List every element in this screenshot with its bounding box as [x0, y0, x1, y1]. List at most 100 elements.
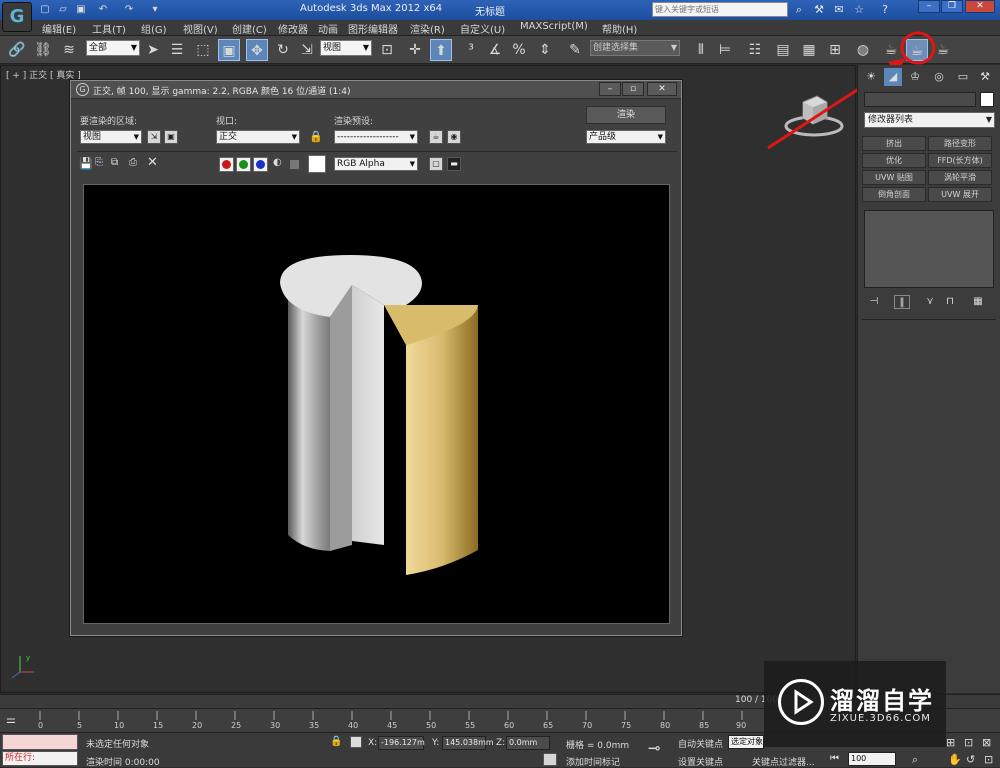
rendered-frame-window[interactable]: G 正交, 帧 100, 显示 gamma: 2.2, RGBA 颜色 16 位… — [70, 80, 682, 636]
minimize-window-button[interactable]: – — [918, 0, 940, 13]
alpha-channel-icon[interactable]: ◐ — [273, 157, 282, 168]
window-crossing-icon[interactable]: ▣ — [218, 39, 240, 61]
help-icon[interactable]: ? — [878, 3, 892, 17]
menu-edit[interactable]: 编辑(E) — [42, 21, 76, 36]
percent-snap-icon[interactable]: % — [508, 39, 530, 61]
environment-effects-icon[interactable]: ◉ — [447, 130, 461, 144]
modify-tab-icon[interactable]: ◢ — [884, 68, 902, 86]
selected-object-dropdown[interactable]: 选定对象 — [728, 735, 764, 749]
bind-space-warp-icon[interactable]: ≋ — [58, 39, 80, 61]
pin-stack-icon[interactable]: ⊣ — [866, 295, 882, 309]
render-button[interactable]: 渲染 — [586, 106, 666, 124]
object-color-swatch[interactable] — [980, 92, 994, 107]
menu-views[interactable]: 视图(V) — [183, 21, 218, 36]
rectangular-selection-icon[interactable]: ⬚ — [192, 39, 214, 61]
redo-icon[interactable]: ↷ — [122, 3, 136, 17]
y-coord-field[interactable]: 145.038mm — [442, 736, 494, 750]
set-key-button[interactable]: 设置关键点 — [678, 755, 723, 768]
display-tab-icon[interactable]: ▭ — [954, 68, 972, 86]
pan-view-icon[interactable]: ✋ — [948, 753, 962, 766]
select-by-name-icon[interactable]: ☰ — [166, 39, 188, 61]
add-time-tag-button[interactable]: 添加时间标记 — [566, 755, 620, 768]
x-coord-field[interactable]: -196.127m — [378, 736, 425, 750]
maxscript-listener-field[interactable] — [2, 734, 78, 750]
object-name-field[interactable] — [864, 92, 976, 107]
select-and-move-icon[interactable]: ✥ — [246, 39, 268, 61]
monochrome-icon[interactable] — [290, 160, 299, 169]
render-window-close-button[interactable]: ✕ — [647, 82, 677, 96]
remove-modifier-icon[interactable]: ⊓ — [942, 295, 958, 309]
render-window-minimize-button[interactable]: – — [599, 82, 621, 96]
field-of-view-icon[interactable]: ⊡ — [964, 736, 973, 749]
clone-window-icon[interactable]: ⧉ — [111, 157, 118, 168]
toggle-ui-icon[interactable]: ▬ — [447, 157, 461, 171]
select-and-rotate-icon[interactable]: ↻ — [272, 39, 294, 61]
menu-modifiers[interactable]: 修改器 — [278, 21, 308, 36]
show-end-result-icon[interactable]: ‖ — [894, 295, 910, 309]
named-selection-dropdown[interactable]: 创建选择集 ▼ — [590, 40, 680, 56]
red-channel-toggle[interactable] — [219, 157, 234, 172]
print-image-icon[interactable]: ⎙ — [129, 157, 137, 168]
make-unique-icon[interactable]: ⋎ — [922, 295, 938, 309]
orbit-icon[interactable]: ↺ — [966, 753, 975, 766]
menu-tools[interactable]: 工具(T) — [92, 21, 126, 36]
clear-image-icon[interactable]: ✕ — [147, 155, 158, 170]
select-and-manipulate-icon[interactable]: ✛ — [404, 39, 426, 61]
help-search-input[interactable] — [652, 2, 788, 17]
align-icon[interactable]: ⊨ — [714, 39, 736, 61]
angle-snap-icon[interactable]: ∡ — [484, 39, 506, 61]
viewport-select-dropdown[interactable]: 正交 ▼ — [216, 130, 300, 144]
modifier-stack[interactable] — [864, 210, 994, 288]
copy-image-icon[interactable]: ⎘ — [95, 157, 103, 168]
search-binoculars-icon[interactable]: ⌕ — [792, 3, 806, 17]
key-filters-button[interactable]: 关键点过滤器... — [752, 755, 815, 768]
reference-coordinate-dropdown[interactable]: 视图 ▼ — [320, 40, 372, 56]
select-and-link-icon[interactable]: 🔗 — [6, 39, 28, 61]
edit-named-selection-icon[interactable]: ✎ — [564, 39, 586, 61]
save-image-icon[interactable]: 💾 — [79, 157, 93, 170]
restore-window-button[interactable]: ❐ — [941, 0, 963, 13]
select-and-scale-icon[interactable]: ⇲ — [296, 39, 318, 61]
hierarchy-tab-icon[interactable]: ♔ — [906, 68, 924, 86]
render-preset-dropdown[interactable]: ------------------- ▼ — [334, 130, 418, 144]
selection-filter-dropdown[interactable]: 全部 ▼ — [86, 40, 140, 56]
time-tag-icon[interactable] — [543, 753, 557, 766]
pivot-center-icon[interactable]: ⊡ — [376, 39, 398, 61]
render-setup-small-icon[interactable]: ☕ — [429, 130, 443, 144]
set-key-icon[interactable]: ⊸ — [648, 739, 661, 757]
mirror-icon[interactable]: ⫴ — [690, 39, 712, 61]
go-to-start-icon[interactable]: ⏮ — [830, 753, 839, 764]
modifier-bevel-profile-button[interactable]: 倒角剖面 — [862, 187, 926, 202]
modifier-list-dropdown[interactable]: 修改器列表 ▼ — [864, 112, 995, 128]
menu-help[interactable]: 帮助(H) — [602, 21, 637, 36]
close-window-button[interactable]: ✕ — [965, 0, 995, 13]
communication-center-icon[interactable]: ✉ — [832, 3, 846, 17]
menu-animation[interactable]: 动画 — [318, 21, 338, 36]
new-file-icon[interactable]: ▢ — [38, 3, 52, 17]
open-mini-curve-editor-icon[interactable]: ⚌ — [6, 713, 16, 726]
keyboard-shortcut-override-icon[interactable]: ⬆ — [430, 39, 452, 61]
menu-graph-editors[interactable]: 图形编辑器 — [348, 21, 398, 36]
modifier-unwrap-uvw-button[interactable]: UVW 展开 — [928, 187, 992, 202]
select-object-icon[interactable]: ➤ — [142, 39, 164, 61]
modifier-optimize-button[interactable]: 优化 — [862, 153, 926, 168]
create-tab-icon[interactable]: ☀ — [862, 68, 880, 86]
subscription-icon[interactable]: ⚒ — [812, 3, 826, 17]
selection-lock-icon[interactable]: 🔒 — [330, 736, 342, 747]
maxscript-running-field[interactable]: 所在行: — [2, 751, 78, 766]
configure-modifier-sets-icon[interactable]: ▦ — [970, 295, 986, 309]
favorites-star-icon[interactable]: ☆ — [852, 3, 866, 17]
modifier-path-deform-button[interactable]: 路径变形 — [928, 136, 992, 151]
menu-maxscript[interactable]: MAXScript(M) — [520, 21, 588, 32]
zoom-extents-all-icon[interactable]: ⊞ — [946, 736, 955, 749]
snaps-toggle-icon[interactable]: ³ — [460, 39, 482, 61]
modifier-ffd-box-button[interactable]: FFD(长方体) — [928, 153, 992, 168]
modifier-uvw-map-button[interactable]: UVW 贴图 — [862, 170, 926, 185]
lock-viewport-icon[interactable]: 🔒 — [309, 130, 323, 143]
walkthrough-icon[interactable]: ⊡ — [984, 753, 993, 766]
modifier-turbosmooth-button[interactable]: 涡轮平滑 — [928, 170, 992, 185]
menu-group[interactable]: 组(G) — [141, 21, 167, 36]
menu-create[interactable]: 创建(C) — [232, 21, 267, 36]
edit-region-icon[interactable]: ⇲ — [147, 130, 161, 144]
render-area-dropdown[interactable]: 视图 ▼ — [80, 130, 142, 144]
